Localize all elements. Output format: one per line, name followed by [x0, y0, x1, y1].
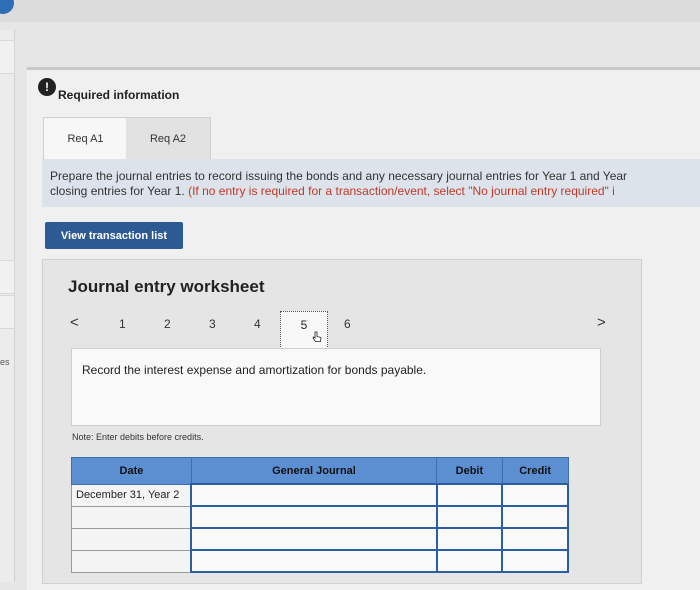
top-bar: [0, 0, 700, 22]
instructions-line2: closing entries for Year 1. (If no entry…: [50, 184, 700, 199]
debit-input[interactable]: [435, 483, 504, 507]
journal-entry-table: Date General Journal Debit Credit Decemb…: [71, 457, 569, 573]
general-journal-input[interactable]: [190, 505, 438, 529]
credit-input[interactable]: [501, 527, 569, 551]
date-column-header: Date: [71, 457, 192, 485]
record-instruction-box: Record the interest expense and amortiza…: [71, 348, 601, 426]
date-cell: [71, 527, 192, 551]
date-cell: December 31, Year 2: [71, 483, 192, 507]
sidebar-box[interactable]: [0, 40, 15, 74]
credit-column-header: Credit: [501, 457, 569, 485]
sidebar-box[interactable]: [0, 260, 15, 294]
debit-input[interactable]: [435, 505, 504, 529]
general-journal-input[interactable]: [190, 527, 438, 551]
sidebar-box[interactable]: [0, 295, 15, 329]
view-transaction-list-button[interactable]: View transaction list: [45, 222, 183, 249]
date-cell: [71, 549, 192, 573]
page-6-button[interactable]: 6: [344, 317, 351, 331]
page-3-button[interactable]: 3: [209, 317, 216, 331]
general-journal-input[interactable]: [190, 483, 438, 507]
prev-page-button[interactable]: <: [70, 314, 79, 331]
alert-icon: !: [38, 78, 56, 96]
page-5-button[interactable]: 5: [280, 311, 328, 349]
page-4-button[interactable]: 4: [254, 317, 261, 331]
record-instruction-text: Record the interest expense and amortiza…: [82, 363, 427, 377]
page-2-button[interactable]: 2: [164, 317, 171, 331]
instructions-line2-text: closing entries for Year 1.: [50, 184, 185, 198]
page-1-button[interactable]: 1: [119, 317, 126, 331]
required-information-heading: Required information: [58, 88, 180, 102]
sidebar-partial-text: es: [0, 357, 10, 367]
left-sidebar: [0, 30, 15, 582]
debit-column-header: Debit: [436, 457, 503, 485]
table-row: [71, 527, 569, 551]
instructions-box: Prepare the journal entries to record is…: [42, 159, 700, 207]
general-journal-column-header: General Journal: [190, 457, 438, 485]
next-page-button[interactable]: >: [597, 314, 606, 331]
notification-badge-icon: [0, 0, 14, 14]
hand-cursor-icon: [312, 331, 322, 342]
tab-label: Req A2: [149, 133, 187, 145]
credit-input[interactable]: [501, 483, 569, 507]
instructions-line1: Prepare the journal entries to record is…: [50, 169, 628, 183]
tab-req-a1[interactable]: Req A1: [43, 117, 128, 160]
tab-req-a2[interactable]: Req A2: [126, 117, 211, 161]
general-journal-input[interactable]: [190, 549, 438, 573]
page-5-label: 5: [300, 318, 308, 332]
credit-input[interactable]: [501, 549, 569, 573]
debit-input[interactable]: [435, 527, 504, 551]
tab-label: Req A1: [67, 133, 104, 145]
table-row: [71, 505, 569, 529]
worksheet-title: Journal entry worksheet: [68, 277, 265, 296]
table-row: [71, 549, 569, 573]
instructions-note: (If no entry is required for a transacti…: [184, 184, 615, 198]
debit-input[interactable]: [435, 549, 504, 573]
table-row: December 31, Year 2: [71, 483, 569, 507]
date-cell: [71, 505, 192, 529]
credit-input[interactable]: [501, 505, 569, 529]
table-header-row: Date General Journal Debit Credit: [71, 457, 569, 485]
debits-credits-note: Note: Enter debits before credits.: [72, 432, 204, 442]
